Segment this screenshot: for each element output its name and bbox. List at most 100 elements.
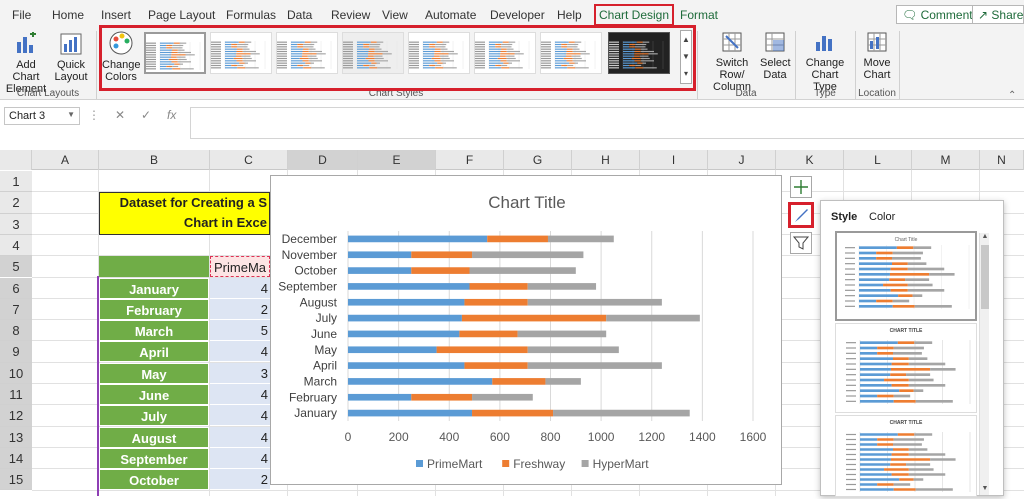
scroll-thumb[interactable] bbox=[981, 245, 989, 309]
row-header[interactable]: 10 bbox=[0, 362, 32, 384]
row-header[interactable]: 2 bbox=[0, 192, 32, 214]
chart-style-6[interactable] bbox=[474, 32, 536, 74]
chart-style-4[interactable] bbox=[342, 32, 404, 74]
chart-style-7[interactable] bbox=[540, 32, 602, 74]
bar-segment-hypermart[interactable] bbox=[472, 251, 584, 259]
chart-object[interactable]: Chart Title 0 200 400 600 800 1000 1200 1400 1600… bbox=[270, 175, 782, 485]
bar-segment-freshway[interactable] bbox=[472, 409, 554, 417]
value-cell[interactable]: 4 bbox=[210, 384, 270, 405]
chart-elements-button[interactable] bbox=[790, 176, 812, 198]
formula-input[interactable] bbox=[190, 107, 1024, 139]
row-header[interactable]: 13 bbox=[0, 426, 32, 448]
chevron-down-icon[interactable]: ▼ bbox=[67, 110, 75, 119]
gallery-scroll[interactable]: ▲ ▼ ▾ bbox=[680, 30, 692, 84]
confirm-icon[interactable]: ✓ bbox=[141, 108, 151, 122]
scroll-down-icon[interactable]: ▼ bbox=[980, 485, 990, 495]
row-header[interactable]: 12 bbox=[0, 405, 32, 427]
tab-format[interactable]: Format bbox=[680, 8, 718, 22]
column-header[interactable]: B bbox=[99, 150, 210, 170]
bar-segment-primemart[interactable] bbox=[348, 378, 493, 385]
row-header[interactable]: 15 bbox=[0, 469, 32, 491]
row-header[interactable]: 3 bbox=[0, 213, 32, 235]
row-header[interactable]: 7 bbox=[0, 298, 32, 321]
quick-layout-button[interactable]: Quick Layout bbox=[52, 32, 90, 83]
bar-segment-primemart[interactable] bbox=[348, 298, 465, 306]
style-thumb-3[interactable]: CHART TITLE bbox=[835, 415, 977, 497]
bar-segment-primemart[interactable] bbox=[348, 235, 488, 243]
bar-segment-freshway[interactable] bbox=[464, 298, 528, 306]
tab-page-layout[interactable]: Page Layout bbox=[148, 8, 215, 22]
bar-segment-hypermart[interactable] bbox=[527, 298, 662, 306]
bar-segment-primemart[interactable] bbox=[348, 330, 460, 338]
style-thumb-1[interactable]: Chart Title bbox=[835, 231, 977, 321]
row-header[interactable]: 5 bbox=[0, 256, 32, 278]
tab-review[interactable]: Review bbox=[331, 8, 370, 22]
column-header[interactable]: E bbox=[358, 150, 436, 170]
pane-scrollbar[interactable]: ▲ ▼ bbox=[979, 233, 989, 495]
bar-segment-primemart[interactable] bbox=[348, 267, 412, 274]
tab-file[interactable]: File bbox=[12, 8, 31, 22]
column-header[interactable]: J bbox=[708, 150, 776, 170]
row-header[interactable]: 8 bbox=[0, 320, 32, 342]
tab-help[interactable]: Help bbox=[557, 8, 582, 22]
tab-data[interactable]: Data bbox=[287, 8, 312, 22]
row-header[interactable]: 1 bbox=[0, 171, 32, 193]
value-cell[interactable]: 4 bbox=[210, 405, 270, 427]
header-cell-b5[interactable] bbox=[99, 256, 209, 277]
column-header[interactable]: I bbox=[640, 150, 708, 170]
column-header[interactable]: C bbox=[210, 150, 288, 170]
month-cell[interactable]: April bbox=[99, 341, 209, 363]
value-cell[interactable]: 3 bbox=[210, 362, 270, 384]
month-cell[interactable]: October bbox=[99, 469, 209, 491]
tab-insert[interactable]: Insert bbox=[101, 8, 131, 22]
change-chart-type-button[interactable]: Change Chart Type bbox=[800, 30, 850, 93]
bar-segment-freshway[interactable] bbox=[492, 378, 546, 385]
scroll-up-icon[interactable]: ▲ bbox=[980, 233, 990, 243]
column-header[interactable]: A bbox=[32, 150, 99, 170]
month-cell[interactable]: May bbox=[99, 362, 209, 384]
bar-segment-hypermart[interactable] bbox=[472, 393, 533, 401]
value-cell[interactable]: 4 bbox=[210, 447, 270, 469]
bar-segment-freshway[interactable] bbox=[464, 362, 528, 369]
month-cell[interactable]: June bbox=[99, 384, 209, 405]
tab-view[interactable]: View bbox=[382, 8, 408, 22]
bar-segment-primemart[interactable] bbox=[348, 346, 437, 354]
value-cell[interactable]: 5 bbox=[210, 320, 270, 342]
tab-color[interactable]: Color bbox=[869, 211, 895, 223]
bar-segment-primemart[interactable] bbox=[348, 251, 412, 259]
chart-style-3[interactable] bbox=[276, 32, 338, 74]
bar-segment-hypermart[interactable] bbox=[469, 267, 576, 274]
chart-styles-button[interactable] bbox=[788, 202, 814, 228]
bar-segment-freshway[interactable] bbox=[411, 251, 473, 259]
select-data-button[interactable]: Select Data bbox=[760, 30, 791, 81]
month-cell[interactable]: January bbox=[99, 277, 209, 299]
bar-segment-hypermart[interactable] bbox=[545, 378, 581, 385]
switch-row-column-button[interactable]: Switch Row/ Column bbox=[704, 30, 760, 93]
bar-segment-freshway[interactable] bbox=[411, 267, 470, 274]
bar-segment-primemart[interactable] bbox=[348, 362, 465, 369]
bar-segment-primemart[interactable] bbox=[348, 283, 470, 290]
bar-segment-hypermart[interactable] bbox=[553, 409, 690, 417]
chart-style-8[interactable] bbox=[608, 32, 670, 74]
row-header[interactable]: 14 bbox=[0, 447, 32, 470]
column-header[interactable]: G bbox=[504, 150, 572, 170]
name-box[interactable]: Chart 3 ▼ bbox=[4, 107, 80, 125]
tab-home[interactable]: Home bbox=[52, 8, 84, 22]
bar-segment-hypermart[interactable] bbox=[527, 346, 619, 354]
bar-segment-primemart[interactable] bbox=[348, 409, 473, 417]
row-header[interactable]: 9 bbox=[0, 341, 32, 363]
share-button[interactable]: ↗ Share bbox=[972, 5, 1024, 24]
row-header[interactable]: 4 bbox=[0, 234, 32, 257]
bar-segment-hypermart[interactable] bbox=[606, 314, 700, 322]
bar-segment-freshway[interactable] bbox=[436, 346, 528, 354]
column-header[interactable]: M bbox=[912, 150, 980, 170]
value-cell[interactable]: 4 bbox=[210, 277, 270, 299]
bar-segment-hypermart[interactable] bbox=[517, 330, 607, 338]
collapse-ribbon-icon[interactable]: ⌃ bbox=[1008, 90, 1016, 101]
chart-style-2[interactable] bbox=[210, 32, 272, 74]
bar-segment-hypermart[interactable] bbox=[547, 235, 614, 243]
chart-title[interactable]: Chart Title bbox=[488, 193, 565, 212]
bar-segment-primemart[interactable] bbox=[348, 314, 462, 322]
column-header[interactable]: L bbox=[844, 150, 912, 170]
value-cell[interactable]: 4 bbox=[210, 426, 270, 448]
